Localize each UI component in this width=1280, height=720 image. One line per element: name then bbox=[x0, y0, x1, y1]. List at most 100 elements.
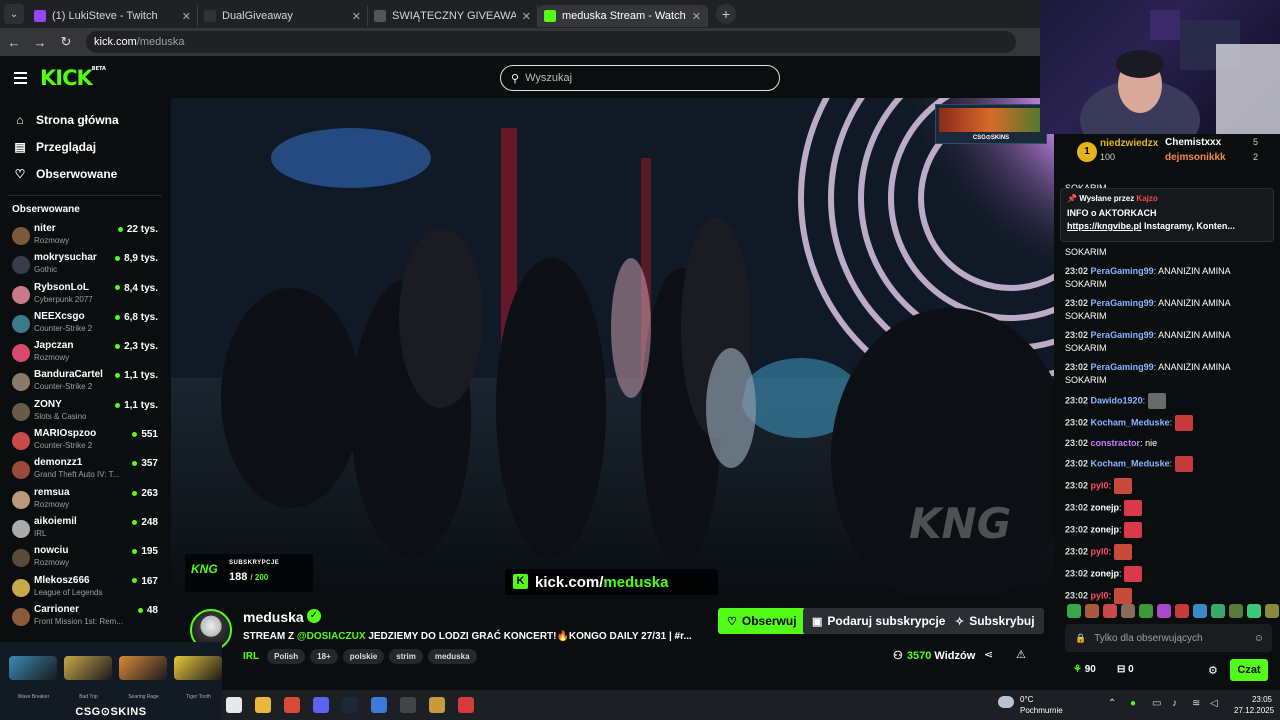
leaderboard-user-2[interactable]: Chemistxxx bbox=[1165, 137, 1221, 148]
stream-tag[interactable]: Polish bbox=[267, 649, 306, 664]
followed-channel[interactable]: remsua Rozmowy 263 bbox=[0, 485, 170, 514]
message-user[interactable]: Kocham_Meduske bbox=[1091, 458, 1170, 468]
message-user[interactable]: Dawido1920 bbox=[1091, 395, 1143, 405]
report-icon[interactable]: ⚠ bbox=[1016, 648, 1026, 661]
browser-tab[interactable]: (1) LukiSteve - Twitch ✕ bbox=[28, 5, 198, 27]
chrome-icon[interactable] bbox=[284, 697, 300, 713]
tray-app-icon[interactable]: ● bbox=[1130, 698, 1136, 709]
video-player[interactable]: KNG CSG⊙SKINS KNG SUBSKRYPCJE 188 / 200 … bbox=[171, 98, 1054, 595]
search-input[interactable]: ⚲ Wyszukaj bbox=[500, 65, 780, 91]
emote-button[interactable] bbox=[1229, 604, 1243, 618]
gift-subs-button[interactable]: ▣ Podaruj subskrypcje bbox=[803, 608, 955, 634]
followed-channel[interactable]: Carrioner Front Mission 1st: Rem... 48 bbox=[0, 602, 170, 631]
browser-tab[interactable]: DualGiveaway ✕ bbox=[198, 5, 368, 27]
emote-button[interactable] bbox=[1247, 604, 1261, 618]
leaderboard-user-1[interactable]: niedzwiedzx bbox=[1100, 138, 1158, 149]
sidebar-nav-item[interactable]: ♡ Obserwowane bbox=[0, 160, 170, 187]
emote-button[interactable] bbox=[1139, 604, 1153, 618]
drops-count[interactable]: ⊟ 0 bbox=[1117, 664, 1134, 675]
sidebar-nav-item[interactable]: ▤ Przeglądaj bbox=[0, 133, 170, 160]
followed-channel[interactable]: NEEXcsgo Counter-Strike 2 6,8 tys. bbox=[0, 309, 170, 338]
message-user[interactable]: zonejp bbox=[1091, 568, 1120, 578]
stream-category[interactable]: IRL bbox=[243, 651, 259, 662]
channel-name[interactable]: meduska bbox=[243, 609, 304, 625]
top-ad-banner[interactable]: CSG⊙SKINS bbox=[935, 104, 1047, 144]
stream-tag[interactable]: 18+ bbox=[310, 649, 338, 664]
followed-channel[interactable]: RybsonLoL Cyberpunk 2077 8,4 tys. bbox=[0, 280, 170, 309]
stream-tag[interactable]: polskie bbox=[342, 649, 385, 664]
battlenet-icon[interactable] bbox=[371, 697, 387, 713]
gear-icon[interactable]: ⚙ bbox=[1208, 664, 1218, 677]
emote-button[interactable] bbox=[1193, 604, 1207, 618]
taskbar-clock[interactable]: 23:05 27.12.2025 bbox=[1234, 694, 1274, 716]
title-mention[interactable]: @DOSIACZUX bbox=[297, 631, 366, 642]
discord-icon[interactable] bbox=[313, 697, 329, 713]
obs-icon[interactable] bbox=[400, 697, 416, 713]
browser-tab[interactable]: meduska Stream - Watch Li ✕ bbox=[538, 5, 708, 27]
close-icon[interactable]: ✕ bbox=[692, 10, 701, 23]
close-icon[interactable]: ✕ bbox=[352, 10, 361, 23]
message-user[interactable]: pyl0 bbox=[1091, 480, 1109, 490]
tray-network-icon[interactable]: ▭ bbox=[1152, 698, 1161, 709]
message-user[interactable]: PeraGaming99 bbox=[1091, 330, 1154, 340]
leaderboard-user-3[interactable]: dejmsonikkk bbox=[1165, 152, 1226, 163]
followed-channel[interactable]: BanduraCartel Counter-Strike 2 1,1 tys. bbox=[0, 367, 170, 396]
stream-tag[interactable]: strim bbox=[389, 649, 423, 664]
close-icon[interactable]: ✕ bbox=[522, 10, 531, 23]
emote-button[interactable] bbox=[1265, 604, 1279, 618]
valorant-icon[interactable] bbox=[458, 697, 474, 713]
emote-button[interactable] bbox=[1175, 604, 1189, 618]
pinned-message[interactable]: 📌 Wysłane przez Kajzo INFO o AKTORKACH h… bbox=[1060, 188, 1274, 242]
followed-channel[interactable]: Japczan Rozmowy 2,3 tys. bbox=[0, 338, 170, 367]
menu-icon[interactable] bbox=[14, 72, 27, 87]
taskview-icon[interactable] bbox=[226, 697, 242, 713]
kick-logo[interactable]: KICKBETA bbox=[40, 66, 106, 90]
chevron-down-icon[interactable]: ⌄ bbox=[673, 630, 681, 641]
followed-channel[interactable]: mokrysuchar Gothic 8,9 tys. bbox=[0, 250, 170, 279]
message-user[interactable]: PeraGaming99 bbox=[1091, 298, 1154, 308]
stream-tag[interactable]: meduska bbox=[427, 649, 477, 664]
close-icon[interactable]: ✕ bbox=[182, 10, 191, 23]
emote-button[interactable] bbox=[1211, 604, 1225, 618]
message-user[interactable]: pyl0 bbox=[1091, 546, 1109, 556]
pinned-link[interactable]: https://kngvibe.pl bbox=[1067, 221, 1142, 231]
csgskins-ad[interactable]: Wave Breaker Bad Trip Searing Rage Tiger To… bbox=[0, 642, 222, 720]
chat-send-button[interactable]: Czat bbox=[1230, 659, 1268, 681]
emote-button[interactable] bbox=[1121, 604, 1135, 618]
message-user[interactable]: Kocham_Meduske bbox=[1091, 417, 1170, 427]
chat-input[interactable]: 🔒 Tylko dla obserwujących ☺ bbox=[1065, 624, 1272, 652]
emote-button[interactable] bbox=[1085, 604, 1099, 618]
followed-channel[interactable]: niter Rozmowy 22 tys. bbox=[0, 221, 170, 250]
reload-icon[interactable]: ↻ bbox=[54, 34, 78, 50]
share-icon[interactable]: ⋖ bbox=[984, 648, 993, 661]
message-user[interactable]: zonejp bbox=[1091, 524, 1120, 534]
wow-icon[interactable] bbox=[429, 697, 445, 713]
message-user[interactable]: PeraGaming99 bbox=[1091, 362, 1154, 372]
message-user[interactable]: PeraGaming99 bbox=[1091, 266, 1154, 276]
followed-channel[interactable]: MARIOspzoo Counter-Strike 2 551 bbox=[0, 426, 170, 455]
subscribe-button[interactable]: ✧ Subskrybuj bbox=[946, 608, 1044, 634]
mic-icon[interactable]: ♪ bbox=[1172, 698, 1177, 709]
wifi-icon[interactable]: ≋ bbox=[1192, 698, 1200, 709]
emote-button[interactable] bbox=[1067, 604, 1081, 618]
message-user[interactable]: constractor bbox=[1091, 438, 1141, 448]
url-field[interactable]: kick.com/meduska bbox=[86, 31, 1016, 53]
tab-search-button[interactable]: ⌄ bbox=[4, 4, 24, 24]
message-user[interactable]: zonejp bbox=[1091, 502, 1120, 512]
followed-channel[interactable]: aikoiemil IRL 248 bbox=[0, 514, 170, 543]
emote-button[interactable] bbox=[1157, 604, 1171, 618]
file-explorer-icon[interactable] bbox=[255, 697, 271, 713]
message-user[interactable]: pyl0 bbox=[1091, 590, 1109, 600]
follow-button[interactable]: ♡ Obserwuj bbox=[718, 608, 806, 634]
new-tab-button[interactable]: + bbox=[716, 4, 736, 24]
back-icon[interactable]: ← bbox=[2, 35, 26, 50]
volume-icon[interactable]: ◁ bbox=[1210, 698, 1218, 709]
followed-channel[interactable]: Mlekosz666 League of Legends 167 bbox=[0, 573, 170, 602]
followed-channel[interactable]: nowciu Rozmowy 195 bbox=[0, 543, 170, 572]
tray-chevron-icon[interactable]: ⌃ bbox=[1108, 698, 1116, 709]
followed-channel[interactable]: demonzz1 Grand Theft Auto IV: T... 357 bbox=[0, 455, 170, 484]
browser-tab[interactable]: ŚWIĄTECZNY GIVEAWAY ✕ bbox=[368, 5, 538, 27]
steam-icon[interactable] bbox=[342, 697, 358, 713]
emote-button[interactable] bbox=[1103, 604, 1117, 618]
followed-channel[interactable]: ZONY Slots & Casino 1,1 tys. bbox=[0, 397, 170, 426]
